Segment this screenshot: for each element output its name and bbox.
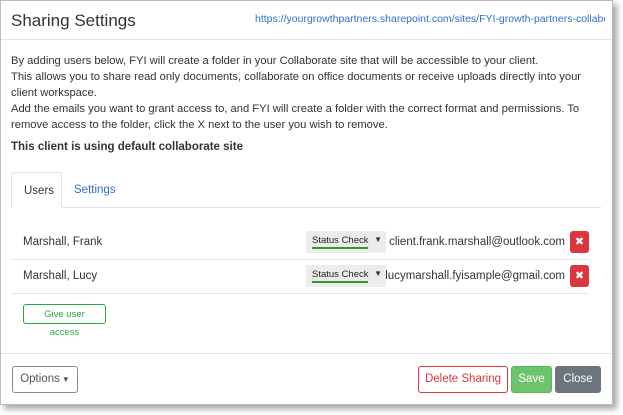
dialog-title: Sharing Settings: [11, 11, 136, 30]
status-check-label: Status Check: [312, 235, 369, 246]
intro-line-1: By adding users below, FYI will create a…: [11, 55, 539, 67]
dialog-footer: Options ▼ Delete Sharing Save Close: [1, 353, 612, 405]
intro-text: By adding users below, FYI will create a…: [11, 53, 606, 133]
caret-down-icon: ▼: [374, 269, 382, 278]
tab-settings[interactable]: Settings: [62, 172, 128, 208]
caret-down-icon: ▼: [61, 375, 70, 384]
dialog-header: Sharing Settings https://yourgrowthpartn…: [1, 1, 612, 40]
sharepoint-site-link[interactable]: https://yourgrowthpartners.sharepoint.co…: [255, 13, 605, 25]
user-row: Marshall, Lucy Status Check ▼ lucymarsha…: [11, 260, 589, 294]
intro-line-3: Add the emails you want to grant access …: [11, 103, 580, 131]
user-row: Marshall, Frank Status Check ▼ client.fr…: [11, 226, 589, 260]
status-check-dropdown[interactable]: Status Check ▼: [306, 231, 386, 253]
status-check-dropdown[interactable]: Status Check ▼: [306, 265, 386, 287]
intro-line-2: This allows you to share read only docum…: [11, 71, 582, 99]
caret-down-icon: ▼: [374, 235, 382, 244]
options-label: Options: [20, 373, 60, 385]
options-dropdown-button[interactable]: Options ▼: [12, 366, 78, 393]
close-button[interactable]: Close: [555, 366, 601, 393]
user-email: lucymarshall.fyisample@gmail.com: [385, 270, 565, 282]
status-check-label: Status Check: [312, 269, 369, 280]
tab-users[interactable]: Users: [11, 172, 62, 208]
status-indicator-bar: [312, 247, 368, 249]
user-name: Marshall, Lucy: [23, 270, 98, 282]
delete-sharing-button[interactable]: Delete Sharing: [418, 366, 508, 393]
remove-user-button[interactable]: ✖: [570, 231, 589, 253]
user-name: Marshall, Frank: [23, 236, 103, 248]
save-button[interactable]: Save: [511, 366, 552, 393]
sharing-settings-dialog: Sharing Settings https://yourgrowthpartn…: [0, 0, 613, 405]
give-user-access-button[interactable]: Give user access: [23, 304, 106, 338]
default-site-note: This client is using default collaborate…: [11, 141, 243, 153]
close-icon: ✖: [574, 270, 585, 282]
user-email: client.frank.marshall@outlook.com: [389, 236, 565, 248]
close-icon: ✖: [574, 236, 585, 248]
tab-bar: Users Settings: [11, 172, 601, 208]
remove-user-button[interactable]: ✖: [570, 265, 589, 287]
status-indicator-bar: [312, 281, 368, 283]
